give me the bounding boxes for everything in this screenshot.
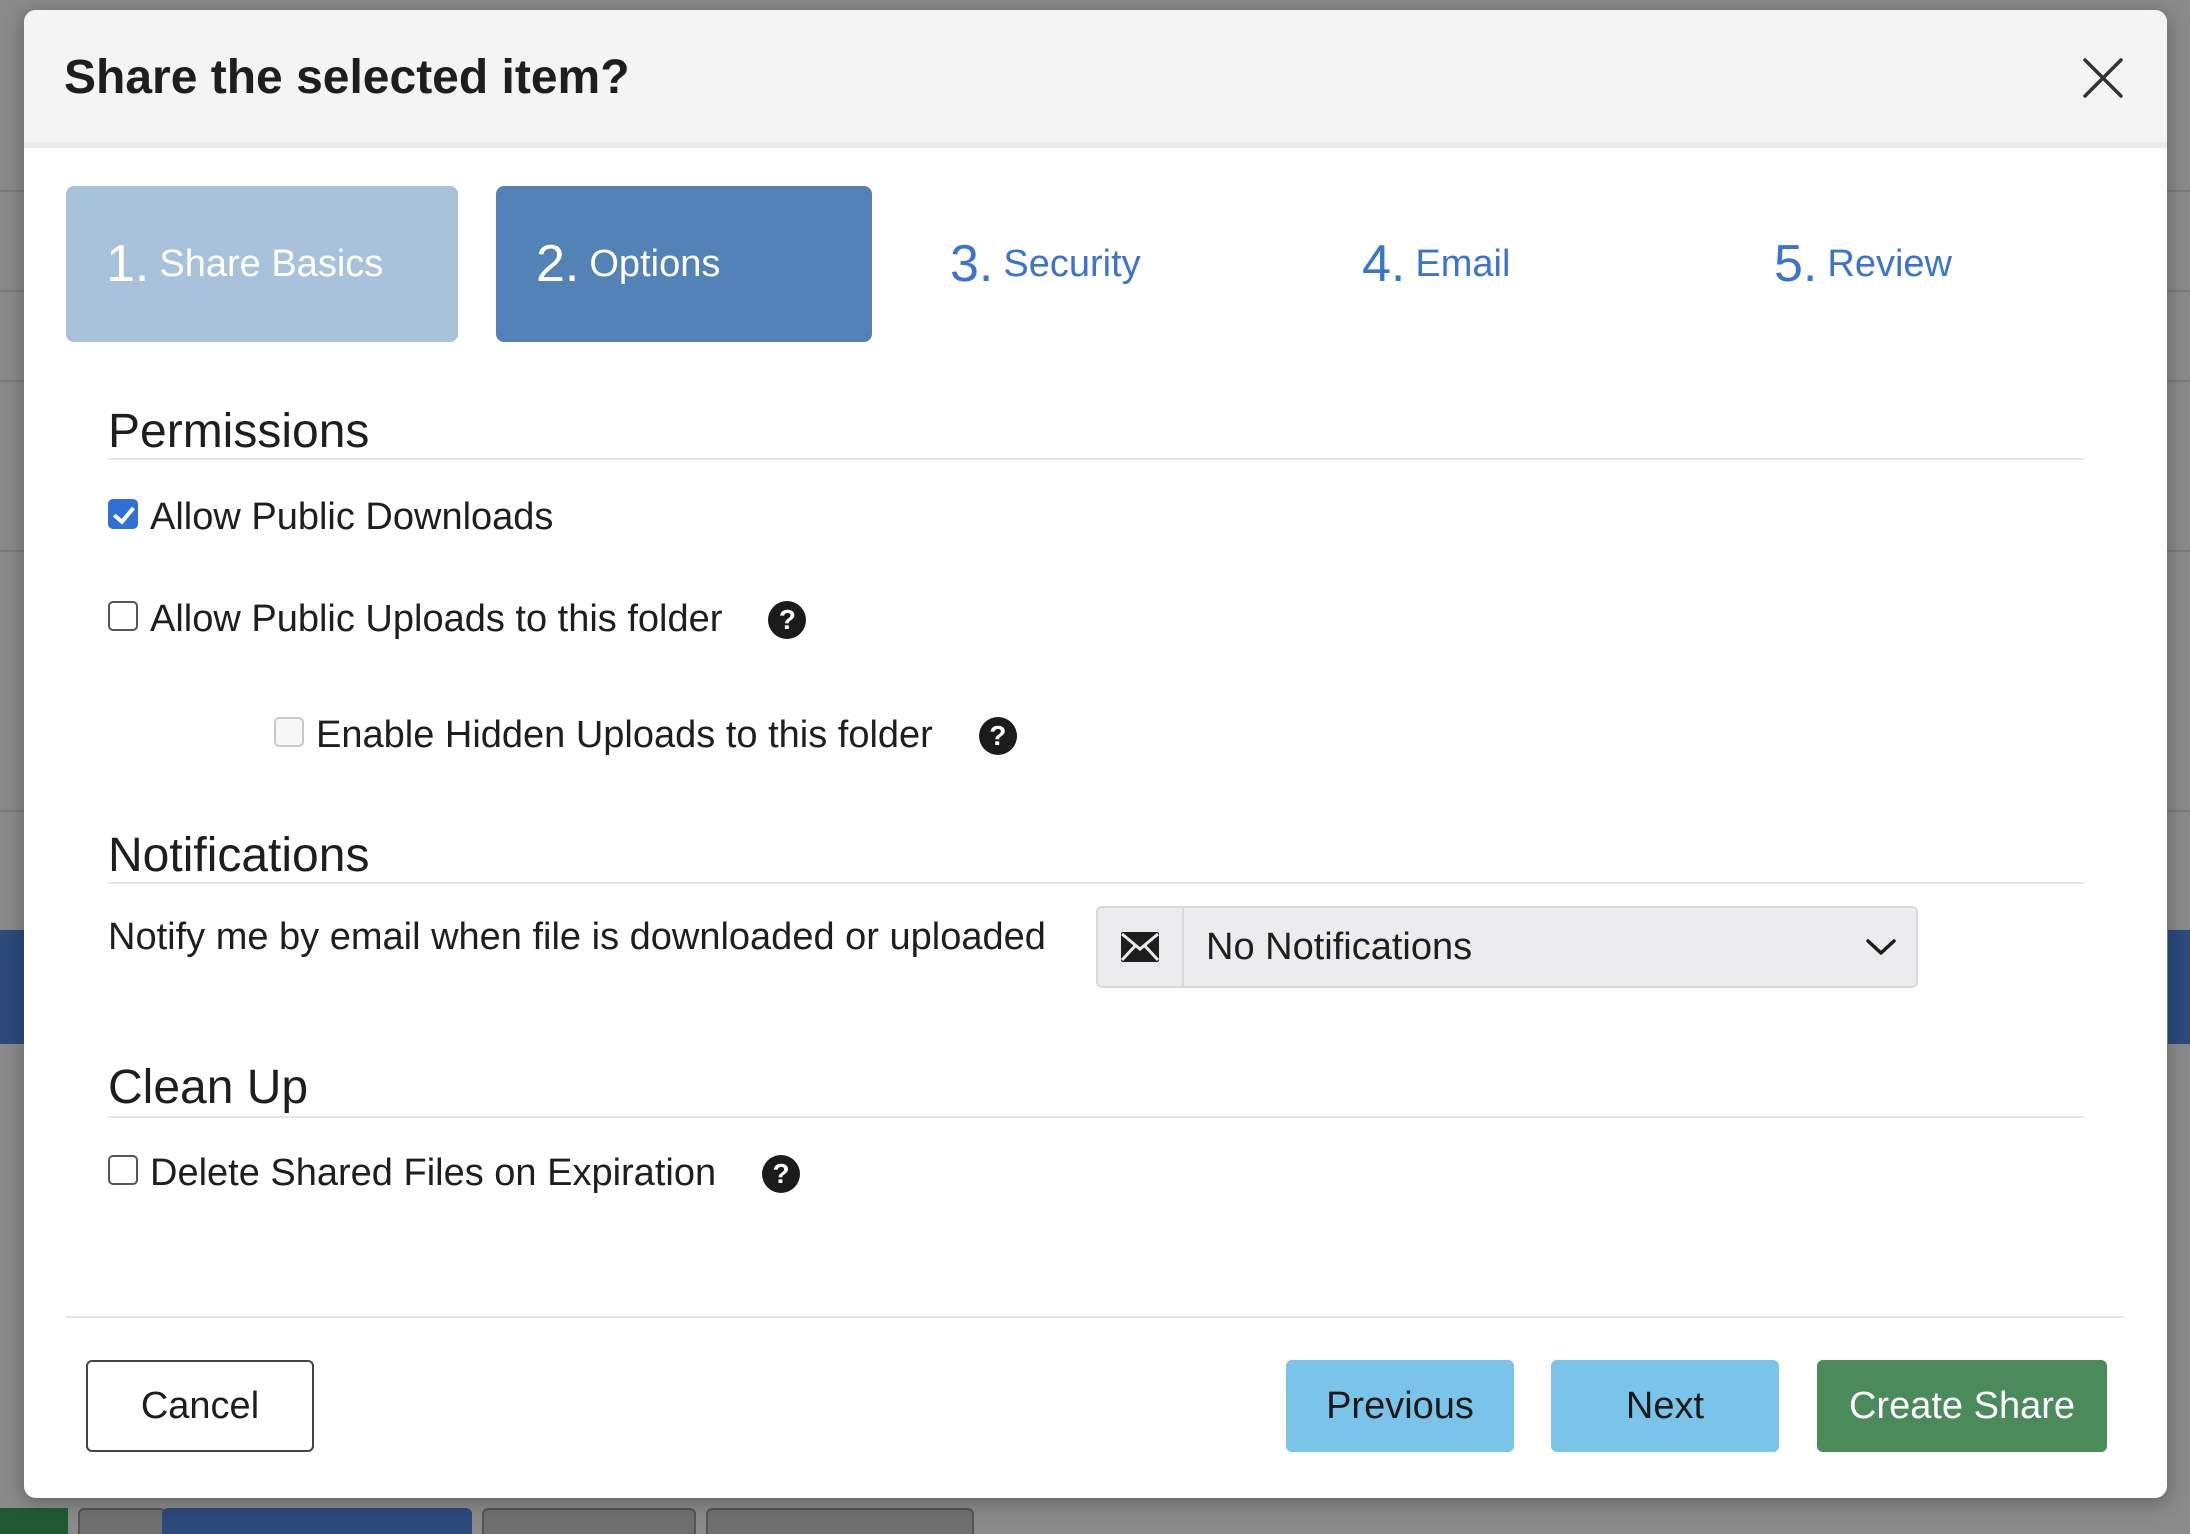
step-label: Share Basics <box>159 242 384 285</box>
allow-public-uploads-row: Allow Public Uploads to this folder ? <box>108 598 807 641</box>
next-button[interactable]: Next <box>1551 1360 1779 1452</box>
background-button <box>0 1508 68 1534</box>
allow-public-downloads-label[interactable]: Allow Public Downloads <box>150 496 553 539</box>
allow-public-downloads-row: Allow Public Downloads <box>108 496 553 539</box>
wizard-steps: 1. Share Basics 2. Options 3. Security 4… <box>66 186 2136 346</box>
close-icon <box>2083 58 2123 98</box>
previous-button[interactable]: Previous <box>1286 1360 1514 1452</box>
create-share-button[interactable]: Create Share <box>1817 1360 2107 1452</box>
select-value: No Notifications <box>1206 925 1473 968</box>
allow-public-uploads-label[interactable]: Allow Public Uploads to this folder <box>150 598 722 641</box>
background-tab <box>162 1508 472 1534</box>
delete-on-expiration-label[interactable]: Delete Shared Files on Expiration <box>150 1152 716 1195</box>
allow-public-downloads-checkbox[interactable] <box>108 498 138 529</box>
chevron-down-icon <box>1846 908 1916 986</box>
enable-hidden-uploads-label[interactable]: Enable Hidden Uploads to this folder <box>316 714 933 757</box>
step-label: Email <box>1415 242 1511 285</box>
step-number: 3. <box>950 235 994 293</box>
delete-on-expiration-checkbox[interactable] <box>108 1154 138 1185</box>
share-dialog: Share the selected item? 1. Share Basics… <box>24 10 2167 1498</box>
dialog-title: Share the selected item? <box>64 51 630 104</box>
help-icon[interactable]: ? <box>978 716 1017 755</box>
enable-hidden-uploads-row: Enable Hidden Uploads to this folder ? <box>274 714 1017 757</box>
step-label: Security <box>1003 242 1141 285</box>
notify-label: Notify me by email when file is download… <box>108 916 1046 958</box>
background-tab <box>78 1508 166 1534</box>
step-email[interactable]: 4. Email <box>1322 186 1702 342</box>
background-tab <box>706 1508 974 1534</box>
footer-divider <box>66 1316 2124 1318</box>
step-label: Review <box>1827 242 1952 285</box>
delete-on-expiration-row: Delete Shared Files on Expiration ? <box>108 1152 801 1195</box>
cancel-button[interactable]: Cancel <box>86 1360 314 1452</box>
help-icon[interactable]: ? <box>768 600 807 639</box>
step-security[interactable]: 3. Security <box>910 186 1290 342</box>
background-panel <box>0 930 24 1044</box>
close-button[interactable] <box>2073 48 2133 108</box>
envelope-icon <box>1120 932 1160 962</box>
section-divider <box>108 458 2084 460</box>
help-icon[interactable]: ? <box>762 1154 801 1193</box>
step-options[interactable]: 2. Options <box>496 186 872 342</box>
background-tab <box>482 1508 696 1534</box>
step-number: 4. <box>1362 235 1406 293</box>
step-review[interactable]: 5. Review <box>1734 186 2114 342</box>
cleanup-heading: Clean Up <box>108 1061 309 1114</box>
background-panel <box>2168 930 2190 1044</box>
section-divider <box>108 1116 2084 1118</box>
allow-public-uploads-checkbox[interactable] <box>108 600 138 631</box>
step-number: 1. <box>106 235 150 293</box>
permissions-heading: Permissions <box>108 405 370 458</box>
step-number: 5. <box>1774 235 1818 293</box>
step-number: 2. <box>536 235 580 293</box>
notification-select[interactable]: No Notifications <box>1096 906 1918 988</box>
enable-hidden-uploads-checkbox[interactable] <box>274 716 304 747</box>
step-label: Options <box>589 242 721 285</box>
step-share-basics[interactable]: 1. Share Basics <box>66 186 458 342</box>
dialog-header: Share the selected item? <box>24 10 2167 148</box>
notifications-heading: Notifications <box>108 829 370 882</box>
select-addon <box>1098 908 1184 986</box>
section-divider <box>108 882 2084 884</box>
